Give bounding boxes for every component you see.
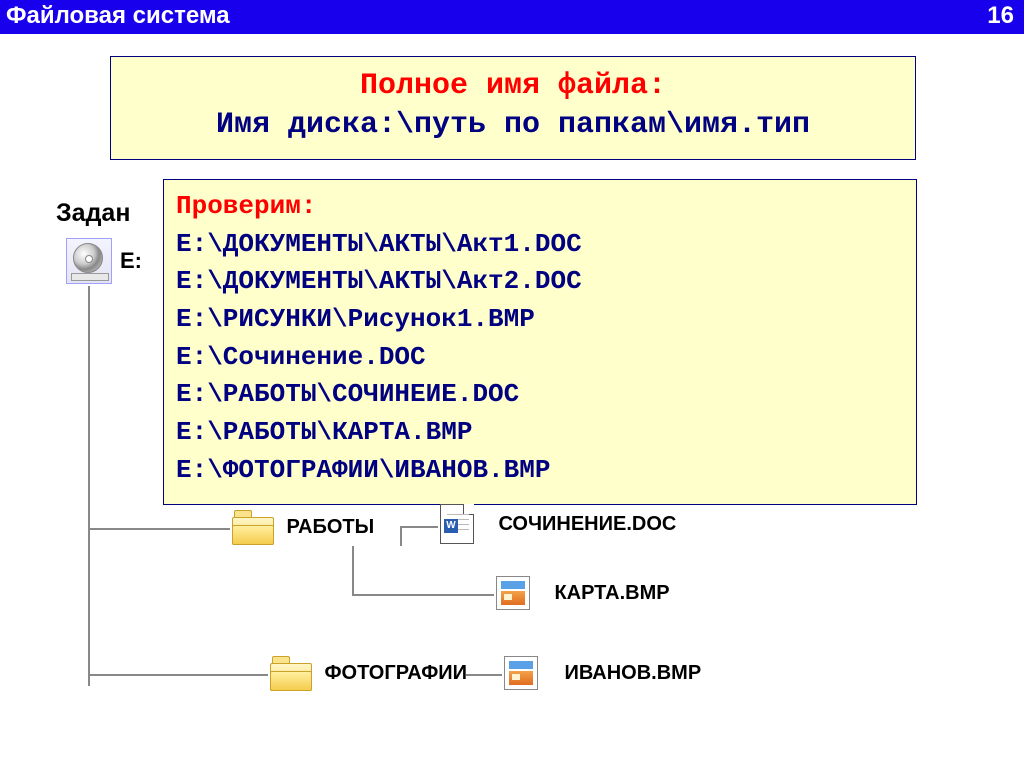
file-item-ivanov: ИВАНОВ.BMP: [504, 656, 701, 690]
tree-connector: [466, 674, 502, 676]
tree-connector: [400, 526, 402, 546]
check-path: E:\ДОКУМЕНТЫ\АКТЫ\Акт1.DOC: [176, 226, 904, 264]
title-line-2: Имя диска:\путь по папкам\имя.тип: [119, 106, 907, 145]
cd-drive-icon: [66, 238, 112, 284]
check-path: E:\ФОТОГРАФИИ\ИВАНОВ.BMP: [176, 452, 904, 490]
file-label: ИВАНОВ.BMP: [564, 662, 701, 684]
folder-item-raboty: РАБОТЫ: [232, 510, 374, 544]
folder-label: РАБОТЫ: [286, 516, 374, 538]
drive-label: E:: [120, 248, 142, 274]
tree-connector: [88, 528, 230, 530]
folder-icon: [270, 656, 312, 690]
header-page-number: 16: [987, 2, 1014, 30]
check-path: E:\Сочинение.DOC: [176, 339, 904, 377]
folder-icon: [232, 510, 274, 544]
tree-connector: [352, 594, 494, 596]
check-box: Проверим: E:\ДОКУМЕНТЫ\АКТЫ\Акт1.DOC E:\…: [163, 179, 917, 505]
tree-connector: [88, 674, 268, 676]
file-item-karta: КАРТА.BMP: [496, 576, 670, 610]
tree-connector: [88, 286, 90, 686]
title-line-1: Полное имя файла:: [119, 67, 907, 106]
file-item-sochinenie: W СОЧИНЕНИЕ.DOC: [440, 504, 676, 544]
word-doc-icon: W: [440, 504, 474, 544]
task-label: Задан: [56, 199, 130, 228]
check-path: E:\ДОКУМЕНТЫ\АКТЫ\Акт2.DOC: [176, 263, 904, 301]
file-label: СОЧИНЕНИЕ.DOC: [498, 513, 676, 535]
bmp-image-icon: [496, 576, 530, 610]
file-label: КАРТА.BMP: [554, 582, 669, 604]
slide-header: Файловая система 16: [0, 0, 1024, 34]
tree-connector: [400, 526, 438, 528]
check-lead: Проверим:: [176, 188, 904, 226]
tree-connector: [352, 546, 354, 596]
title-box: Полное имя файла: Имя диска:\путь по пап…: [110, 56, 916, 160]
header-title: Файловая система: [6, 2, 230, 30]
folder-item-fotografii: ФОТОГРАФИИ: [270, 656, 467, 690]
check-path: E:\РАБОТЫ\КАРТА.BMP: [176, 414, 904, 452]
bmp-image-icon: [504, 656, 538, 690]
check-path: E:\РАБОТЫ\СОЧИНЕИЕ.DOC: [176, 376, 904, 414]
check-path: E:\РИСУНКИ\Рисунок1.BMP: [176, 301, 904, 339]
folder-label: ФОТОГРАФИИ: [324, 662, 467, 684]
